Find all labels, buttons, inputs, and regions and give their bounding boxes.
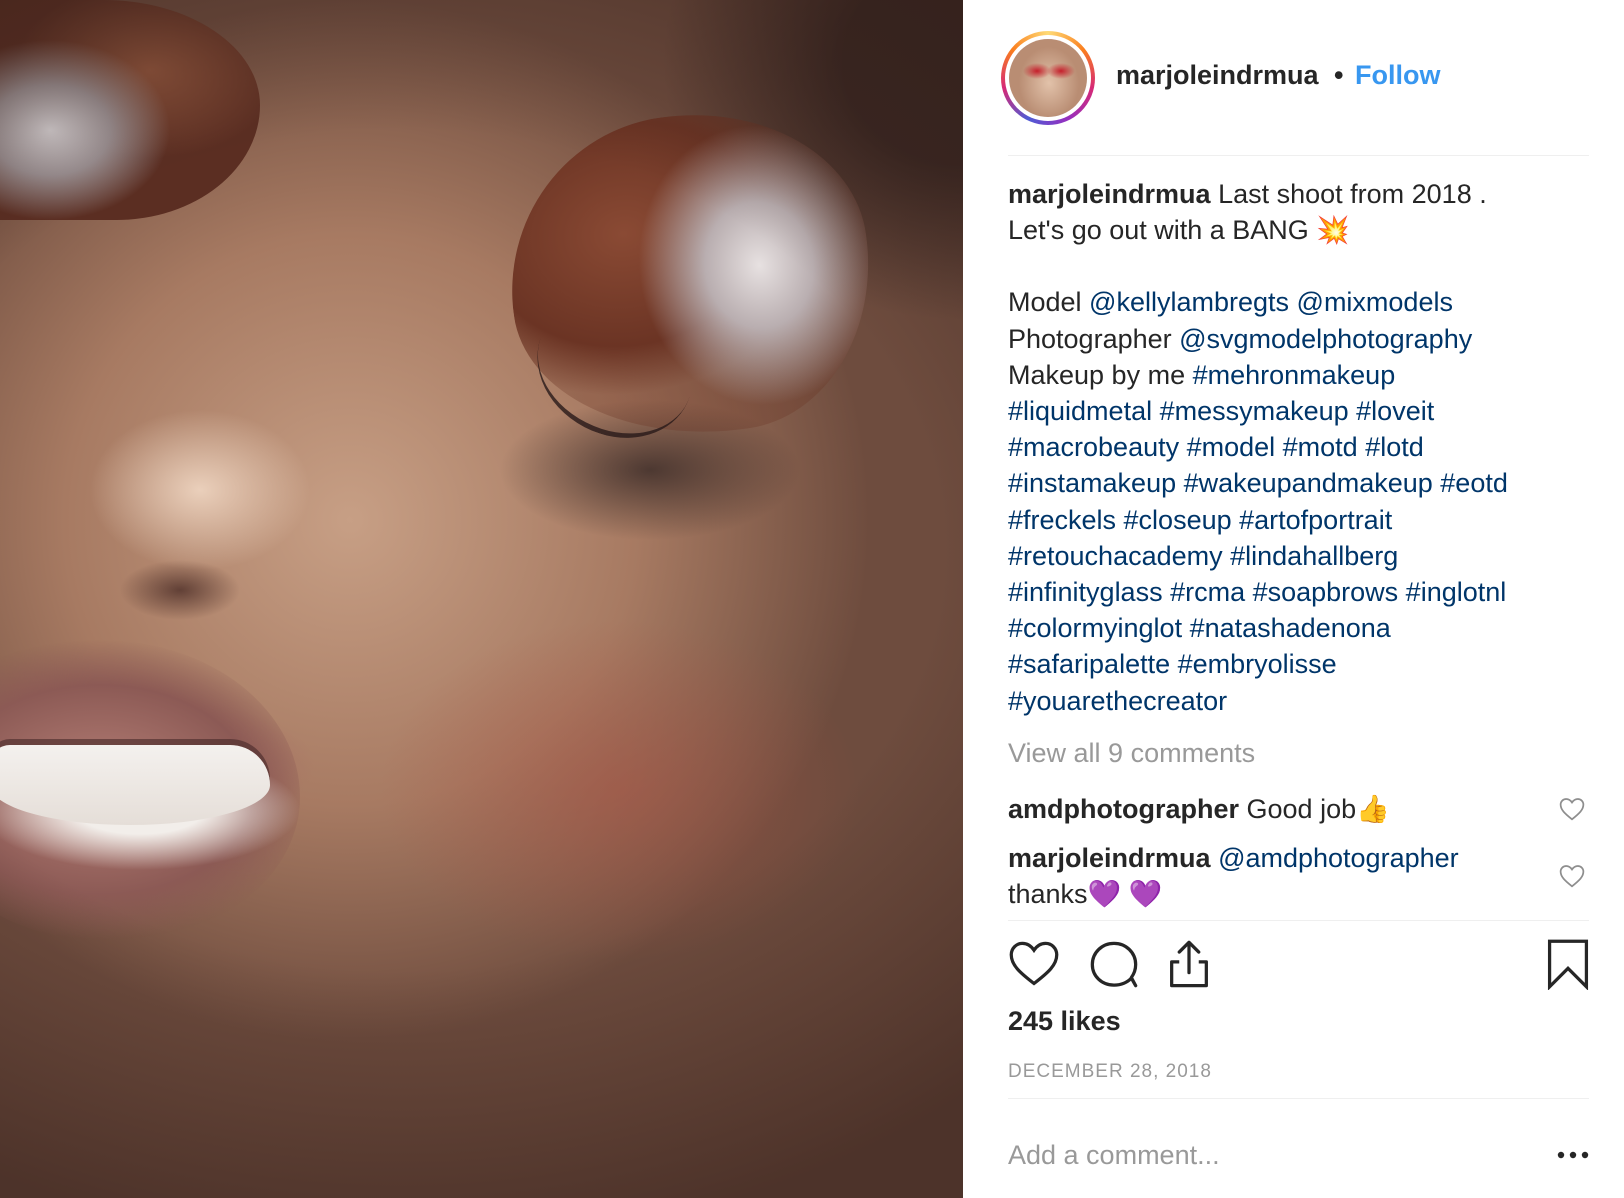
post-side-panel: marjoleindrmua • Follow marjoleindrmua L…	[963, 0, 1624, 1198]
caption-text: Photographer	[1008, 323, 1180, 354]
post-header: marjoleindrmua • Follow	[963, 0, 1624, 155]
mention-link[interactable]: @kellylambregts	[1089, 287, 1289, 317]
hashtag-line[interactable]: #colormyinglot #natashadenona	[1008, 610, 1593, 646]
caption-text: Makeup by me	[1008, 359, 1193, 390]
hashtag-line[interactable]: #freckels #closeup #artofportrait	[1008, 502, 1593, 538]
comment-username[interactable]: marjoleindrmua	[1008, 843, 1211, 873]
actions-divider	[1008, 920, 1589, 921]
post-photo[interactable]	[0, 0, 963, 1198]
caption-line: Makeup by me #mehronmakeup	[1008, 357, 1593, 393]
comment-text: Good job👍	[1239, 794, 1390, 824]
caption-username[interactable]: marjoleindrmua	[1008, 179, 1211, 209]
heart-icon[interactable]	[1008, 938, 1060, 990]
caption-text: Model	[1008, 287, 1090, 318]
mention-link[interactable]: @svgmodelphotography	[1179, 324, 1472, 354]
caption-line: marjoleindrmua Last shoot from 2018 .	[1008, 176, 1593, 212]
hashtag-line[interactable]: #youarethecreator	[1008, 683, 1593, 719]
hashtag-line[interactable]: #instamakeup #wakeupandmakeup #eotd	[1008, 465, 1593, 501]
header-separator: •	[1334, 60, 1344, 90]
comment-item: amdphotographer Good job👍	[1008, 791, 1548, 827]
hashtag-line[interactable]: #retouchacademy #lindahallberg	[1008, 538, 1593, 574]
action-bar	[1008, 938, 1593, 994]
caption-line: Let's go out with a BANG 💥	[1008, 215, 1350, 246]
caption-line: Model @kellylambregts @mixmodels	[1008, 284, 1593, 320]
header-username[interactable]: marjoleindrmua	[1116, 60, 1319, 91]
comment-bubble-icon[interactable]	[1088, 938, 1140, 990]
hashtag-line[interactable]: #safaripalette #embryolisse	[1008, 646, 1593, 682]
hashtag-link[interactable]: #mehronmakeup	[1193, 360, 1396, 390]
more-dots-icon[interactable]	[1553, 1143, 1593, 1167]
post-date[interactable]: DECEMBER 28, 2018	[1008, 1061, 1212, 1083]
caption-line: Photographer @svgmodelphotography	[1008, 321, 1593, 357]
mention-link[interactable]: @amdphotographer	[1211, 843, 1459, 873]
header-divider	[1008, 155, 1589, 156]
story-ring[interactable]	[1001, 31, 1095, 125]
add-comment-input[interactable]: Add a comment...	[1008, 1140, 1220, 1171]
comment-username[interactable]: amdphotographer	[1008, 794, 1239, 824]
comment-like-heart-icon[interactable]	[1559, 797, 1585, 821]
post-caption: marjoleindrmua Last shoot from 2018 . Le…	[1008, 176, 1593, 719]
mention-link[interactable]: @mixmodels	[1297, 287, 1453, 317]
comment-text: thanks💜 💜	[1008, 879, 1163, 909]
hashtag-line[interactable]: #infinityglass #rcma #soapbrows #inglotn…	[1008, 574, 1593, 610]
likes-count[interactable]: 245 likes	[1008, 1006, 1121, 1037]
composer-divider	[1008, 1098, 1589, 1099]
follow-button[interactable]: Follow	[1355, 60, 1440, 91]
hashtag-line[interactable]: #macrobeauty #model #motd #lotd	[1008, 429, 1593, 465]
bookmark-icon[interactable]	[1542, 938, 1594, 990]
photo-vignette	[0, 0, 963, 1198]
view-all-comments-link[interactable]: View all 9 comments	[1008, 738, 1255, 769]
comment-item: marjoleindrmua @amdphotographer thanks💜 …	[1008, 840, 1548, 912]
hashtag-line[interactable]: #liquidmetal #messymakeup #loveit	[1008, 393, 1593, 429]
comment-like-heart-icon[interactable]	[1559, 864, 1585, 888]
avatar-border	[1005, 35, 1091, 121]
avatar[interactable]	[1009, 39, 1087, 117]
caption-text: Last shoot from 2018 .	[1210, 179, 1487, 209]
share-icon[interactable]	[1163, 938, 1215, 990]
